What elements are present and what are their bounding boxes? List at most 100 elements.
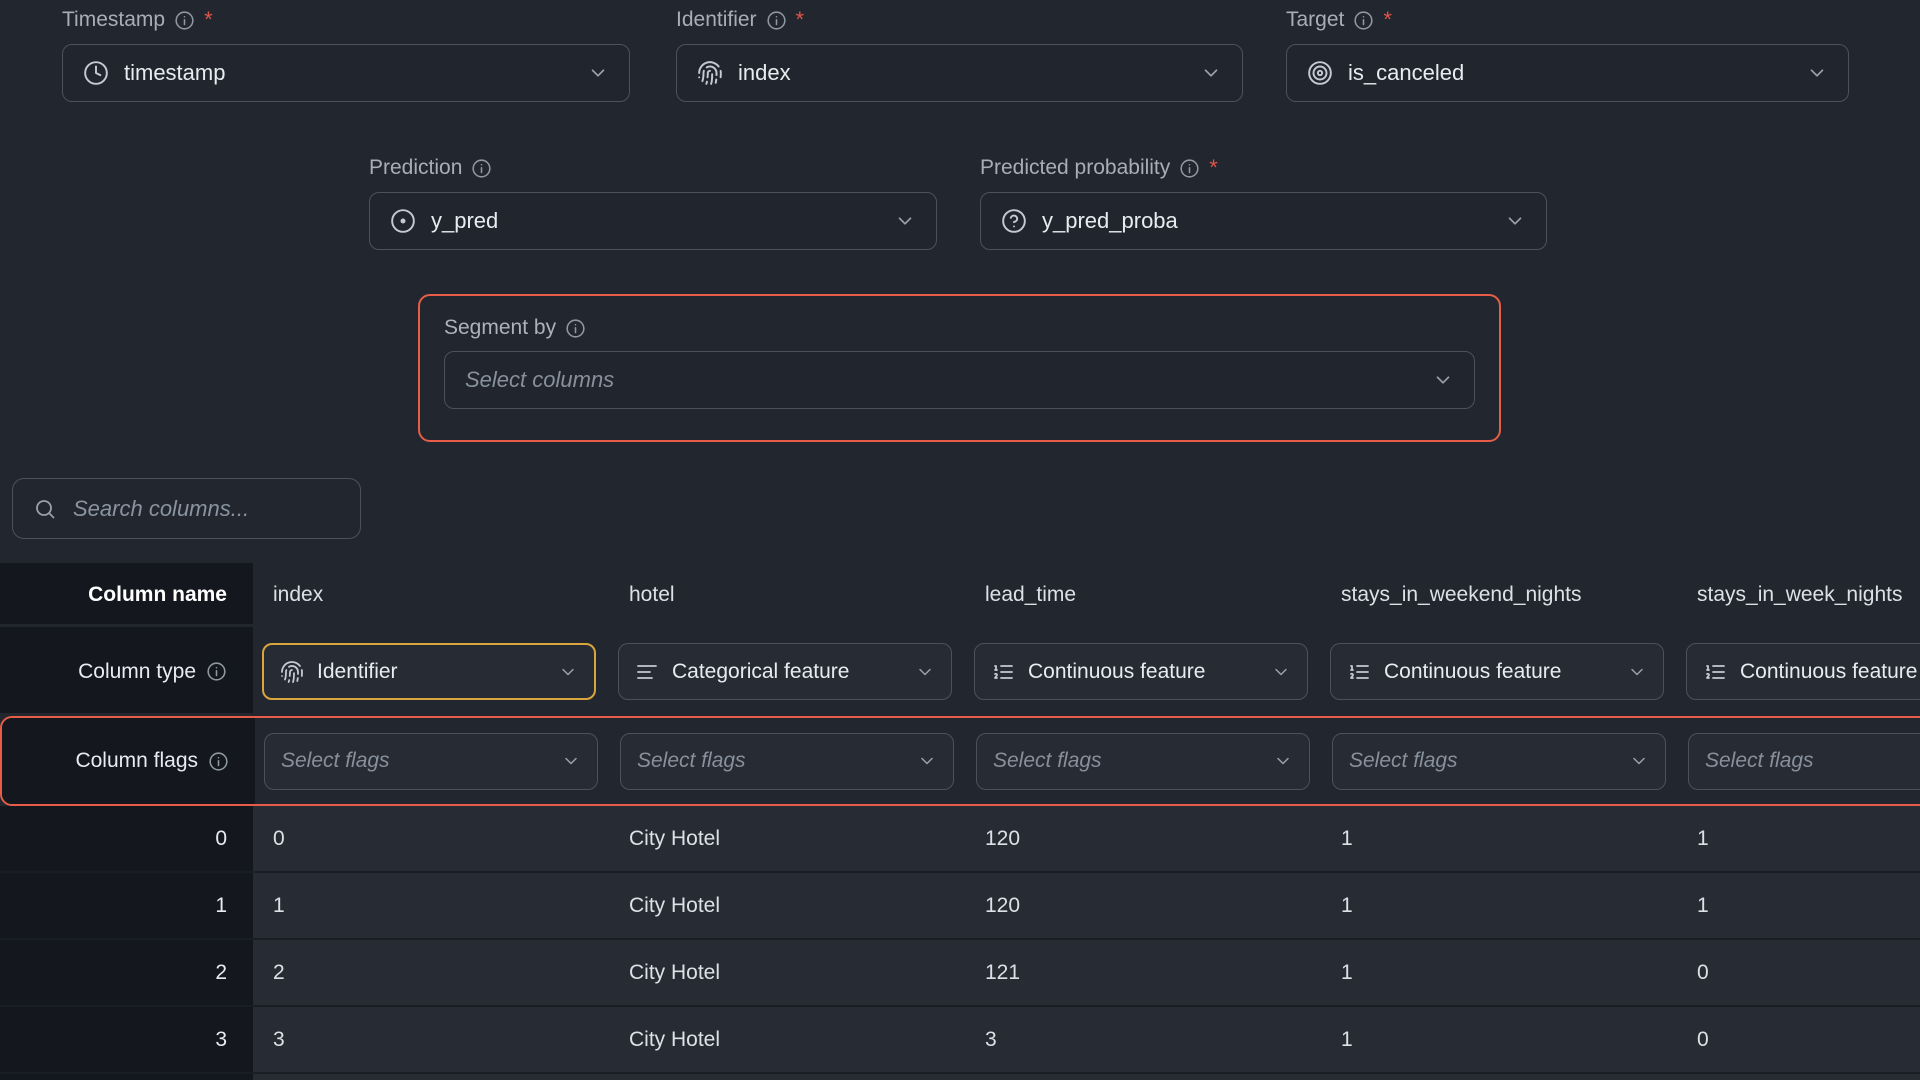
column-flags-select-stays-week[interactable]: Select flags [1688,733,1920,790]
chevron-down-icon [915,662,935,682]
column-flags-placeholder: Select flags [993,749,1102,773]
predicted-probability-label-text: Predicted probability [980,156,1170,180]
chevron-down-icon [1627,662,1647,682]
column-flags-select-lead-time[interactable]: Select flags [976,733,1310,790]
column-name-header-text: Column name [88,583,227,607]
column-flags-select-index[interactable]: Select flags [264,733,598,790]
segment-by-label: Segment by [444,316,1475,340]
cell-stays-weekend: 1 [1321,806,1677,871]
identifier-field: Identifier * index [676,8,1243,102]
timestamp-label: Timestamp * [62,8,630,32]
predicted-probability-select[interactable]: y_pred_proba [980,192,1547,250]
table-row: 3 3 City Hotel 3 1 0 [0,1007,1920,1074]
column-type-select-hotel[interactable]: Categorical feature [618,643,952,700]
prediction-select-value: y_pred [431,208,498,234]
info-icon[interactable] [208,751,229,772]
column-flags-select-stays-weekend[interactable]: Select flags [1332,733,1666,790]
prediction-field: Prediction y_pred [369,156,937,250]
help-circle-icon [1001,208,1027,234]
cell-index: 2 [253,940,609,1005]
identifier-select[interactable]: index [676,44,1243,102]
info-icon[interactable] [1353,10,1374,31]
info-icon[interactable] [206,661,227,682]
column-type-value: Identifier [317,660,398,684]
info-icon[interactable] [766,10,787,31]
column-type-header-text: Column type [78,660,196,684]
cell-lead-time: 3 [965,1007,1321,1072]
column-flags-header: Column flags [2,718,255,804]
column-flags-placeholder: Select flags [281,749,390,773]
search-icon [33,497,57,521]
chevron-down-icon [1273,751,1293,771]
timestamp-select[interactable]: timestamp [62,44,630,102]
row-index: 1 [0,873,253,938]
column-type-header: Column type [0,627,253,716]
cell-stays-weekend: 1 [1321,1007,1677,1072]
target-select[interactable]: is_canceled [1286,44,1849,102]
chevron-down-icon [1806,62,1828,84]
segment-by-select[interactable]: Select columns [444,351,1475,409]
fingerprint-icon [697,60,723,86]
dataset-column-mapping-page: Timestamp * timestamp Identifier * index… [0,0,1920,1080]
column-type-select-stays-weekend[interactable]: Continuous feature [1330,643,1664,700]
identifier-select-value: index [738,60,791,86]
predicted-probability-label: Predicted probability * [980,156,1547,180]
column-header-index: index [253,563,609,627]
table-row: 1 1 City Hotel 120 1 1 [0,873,1920,940]
chevron-down-icon [1200,62,1222,84]
table-row: 0 0 City Hotel 120 1 1 [0,806,1920,873]
info-icon[interactable] [471,158,492,179]
table-row: 2 2 City Hotel 121 1 0 [0,940,1920,1007]
column-flags-select-hotel[interactable]: Select flags [620,733,954,790]
chevron-down-icon [894,210,916,232]
info-icon[interactable] [1179,158,1200,179]
cell-index: 1 [253,873,609,938]
column-header-stays-week: stays_in_week_nights [1677,563,1920,627]
column-type-select-lead-time[interactable]: Continuous feature [974,643,1308,700]
cell-stays-week: 1 [1677,873,1920,938]
chevron-down-icon [558,662,578,682]
row-index: 0 [0,806,253,871]
chevron-down-icon [561,751,581,771]
column-flags-placeholder: Select flags [1705,749,1814,773]
cell-index: 3 [253,1007,609,1072]
column-type-select-index[interactable]: Identifier [262,643,596,700]
prediction-label-text: Prediction [369,156,462,180]
row-index: 2 [0,940,253,1005]
segment-by-section: Segment by Select columns [418,294,1501,442]
fingerprint-icon [280,660,304,684]
predicted-probability-select-value: y_pred_proba [1042,208,1178,234]
segment-by-placeholder: Select columns [465,367,614,393]
cell-stays-week: 0 [1677,940,1920,1005]
columns-table: Column name index hotel lead_time stays_… [0,563,1920,1080]
column-type-value: Continuous feature [1740,660,1917,684]
timestamp-label-text: Timestamp [62,8,165,32]
timestamp-field: Timestamp * timestamp [62,8,630,102]
column-flags-row: Column flags Select flags Select flags S… [0,716,1920,806]
column-flags-header-text: Column flags [75,749,198,773]
align-left-icon [635,660,659,684]
column-type-value: Categorical feature [672,660,849,684]
column-header-stays-weekend: stays_in_weekend_nights [1321,563,1677,627]
column-type-value: Continuous feature [1384,660,1561,684]
cell-lead-time: 121 [965,940,1321,1005]
cell-lead-time: 120 [965,806,1321,871]
segment-by-label-text: Segment by [444,316,556,340]
cell-hotel: City Hotel [609,806,965,871]
info-icon[interactable] [174,10,195,31]
column-type-select-stays-week[interactable]: Continuous feature [1686,643,1920,700]
target-label-text: Target [1286,8,1344,32]
prediction-select[interactable]: y_pred [369,192,937,250]
target-label: Target * [1286,8,1849,32]
cell-hotel: City Hotel [609,1007,965,1072]
chevron-down-icon [587,62,609,84]
cell-stays-weekend: 1 [1321,873,1677,938]
search-input[interactable] [71,495,340,523]
clock-icon [83,60,109,86]
cell-hotel: City Hotel [609,940,965,1005]
column-name-header: Column name [0,563,253,627]
required-asterisk: * [204,9,213,31]
predicted-probability-field: Predicted probability * y_pred_proba [980,156,1547,250]
info-icon[interactable] [565,318,586,339]
column-type-value: Continuous feature [1028,660,1205,684]
